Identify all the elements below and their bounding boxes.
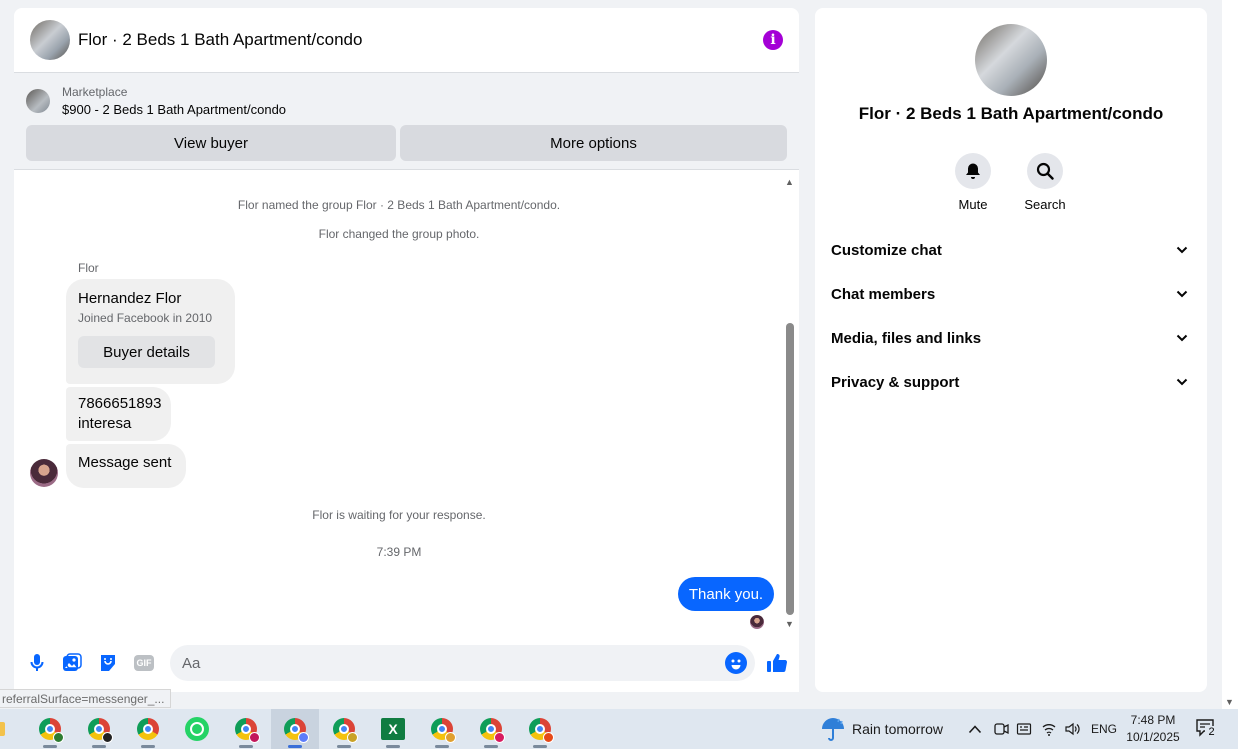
scroll-thumb[interactable] — [786, 323, 794, 615]
section-privacy-support[interactable]: Privacy & support — [831, 362, 1191, 402]
scroll-up-icon[interactable]: ▲ — [785, 177, 794, 187]
whatsapp-icon[interactable] — [173, 709, 221, 749]
listing-title: $900 - 2 Beds 1 Bath Apartment/condo — [62, 102, 287, 117]
outgoing-message[interactable]: Thank you. — [678, 577, 774, 611]
interesa-text: interesa — [78, 415, 132, 432]
buyer-card: Hernandez Flor Joined Facebook in 2010 B… — [66, 279, 235, 384]
chat-panel: Flor · 2 Beds 1 Bath Apartment/condo i M… — [14, 8, 799, 692]
marketplace-listing[interactable]: Marketplace $900 - 2 Beds 1 Bath Apartme… — [26, 83, 787, 119]
chrome-profile-g-icon[interactable] — [516, 709, 564, 749]
section-label: Customize chat — [831, 241, 942, 259]
volume-icon[interactable] — [1064, 709, 1080, 749]
more-options-button[interactable]: More options — [400, 125, 787, 161]
microphone-icon[interactable] — [26, 652, 48, 674]
scroll-down-icon[interactable]: ▼ — [785, 619, 794, 629]
chat-header: Flor · 2 Beds 1 Bath Apartment/condo i — [14, 8, 799, 73]
message-input[interactable] — [170, 645, 755, 681]
chrome-icon[interactable] — [124, 709, 172, 749]
section-label: Media, files and links — [831, 329, 982, 347]
chrome-profile-f-icon[interactable] — [467, 709, 515, 749]
input-method-icon[interactable] — [1016, 709, 1032, 749]
show-hidden-icons-chevron-up-icon[interactable] — [968, 709, 982, 749]
photo-icon[interactable] — [61, 652, 83, 674]
emoji-icon[interactable] — [725, 652, 747, 674]
notification-count: 2 — [1205, 726, 1218, 739]
marketplace-label: Marketplace — [62, 85, 128, 99]
listing-thumbnail — [26, 89, 50, 113]
message-bubble-phone[interactable]: 7866651893 interesa — [66, 387, 171, 441]
page-scroll-down-icon[interactable]: ▼ — [1225, 697, 1234, 707]
meet-now-icon[interactable] — [993, 709, 1009, 749]
timestamp: 7:39 PM — [376, 545, 422, 559]
details-group-avatar[interactable] — [975, 24, 1047, 96]
chrome-profile-a-icon[interactable] — [26, 709, 74, 749]
like-thumb-icon[interactable] — [765, 652, 789, 674]
section-media-files-links[interactable]: Media, files and links — [831, 318, 1191, 358]
mute-label: Mute — [958, 197, 988, 212]
bell-icon — [955, 153, 991, 189]
buyer-name: Hernandez Flor — [78, 290, 182, 307]
search-icon — [1027, 153, 1063, 189]
notification-center-icon[interactable]: 2 — [1196, 719, 1218, 739]
excel-icon[interactable]: X — [369, 709, 417, 749]
chrome-profile-e-icon[interactable] — [418, 709, 466, 749]
view-buyer-button[interactable]: View buyer — [26, 125, 396, 161]
message-list: Flor named the group Flor · 2 Beds 1 Bat… — [14, 171, 799, 631]
taskbar: X Rain tomorrow ENG 7:48 PM 10/1/2025 2 — [0, 709, 1238, 749]
page-scrollbar[interactable]: ▼ — [1222, 0, 1238, 709]
waiting-notice: Flor is waiting for your response. — [312, 508, 486, 522]
chevron-down-icon — [1173, 241, 1191, 259]
message-scrollbar[interactable]: ▲ ▼ — [784, 177, 796, 629]
chrome-profile-b-icon[interactable] — [75, 709, 123, 749]
section-customize-chat[interactable]: Customize chat — [831, 230, 1191, 270]
chrome-profile-active-icon[interactable] — [271, 709, 319, 749]
system-message-rename: Flor named the group Flor · 2 Beds 1 Bat… — [237, 198, 561, 212]
sender-avatar[interactable] — [30, 459, 58, 487]
search-label: Search — [1024, 197, 1066, 212]
status-url: referralSurface=messenger_... — [0, 689, 172, 708]
system-clock[interactable]: 7:48 PM 10/1/2025 — [1120, 712, 1186, 746]
marketplace-bar: Marketplace $900 - 2 Beds 1 Bath Apartme… — [14, 73, 799, 170]
buyer-joined: Joined Facebook in 2010 — [78, 311, 213, 325]
gif-icon[interactable]: GIF — [134, 655, 154, 671]
wifi-icon[interactable] — [1041, 709, 1057, 749]
details-title: Flor · 2 Beds 1 Bath Apartment/condo — [858, 104, 1164, 123]
seen-avatar — [750, 615, 764, 629]
mute-button[interactable]: Mute — [943, 153, 1003, 212]
section-label: Chat members — [831, 285, 936, 303]
info-icon[interactable]: i — [763, 30, 783, 50]
clock-date: 10/1/2025 — [1126, 730, 1180, 744]
chevron-down-icon — [1173, 329, 1191, 347]
weather-text: Rain tomorrow — [852, 721, 944, 737]
chevron-down-icon — [1173, 373, 1191, 391]
sender-name: Flor — [78, 261, 99, 275]
umbrella-icon — [822, 718, 844, 741]
group-avatar[interactable] — [30, 20, 70, 60]
weather-widget[interactable]: Rain tomorrow — [820, 709, 943, 749]
clock-time: 7:48 PM — [1130, 713, 1176, 727]
file-explorer-icon[interactable] — [0, 709, 12, 749]
phone-text: 7866651893 — [78, 395, 162, 412]
buyer-details-button[interactable]: Buyer details — [78, 336, 215, 368]
composer: GIF — [14, 644, 799, 681]
chat-title[interactable]: Flor · 2 Beds 1 Bath Apartment/condo — [78, 30, 763, 50]
system-message-photo: Flor changed the group photo. — [318, 227, 480, 241]
message-bubble-sent[interactable]: Message sent — [66, 444, 186, 488]
search-button[interactable]: Search — [1015, 153, 1075, 212]
section-chat-members[interactable]: Chat members — [831, 274, 1191, 314]
sticker-icon[interactable] — [97, 652, 119, 674]
section-label: Privacy & support — [831, 373, 960, 391]
chevron-down-icon — [1173, 285, 1191, 303]
language-indicator[interactable]: ENG — [1091, 709, 1117, 749]
details-panel: Flor · 2 Beds 1 Bath Apartment/condo Mut… — [815, 8, 1207, 692]
chrome-profile-c-icon[interactable] — [222, 709, 270, 749]
chrome-profile-d-icon[interactable] — [320, 709, 368, 749]
